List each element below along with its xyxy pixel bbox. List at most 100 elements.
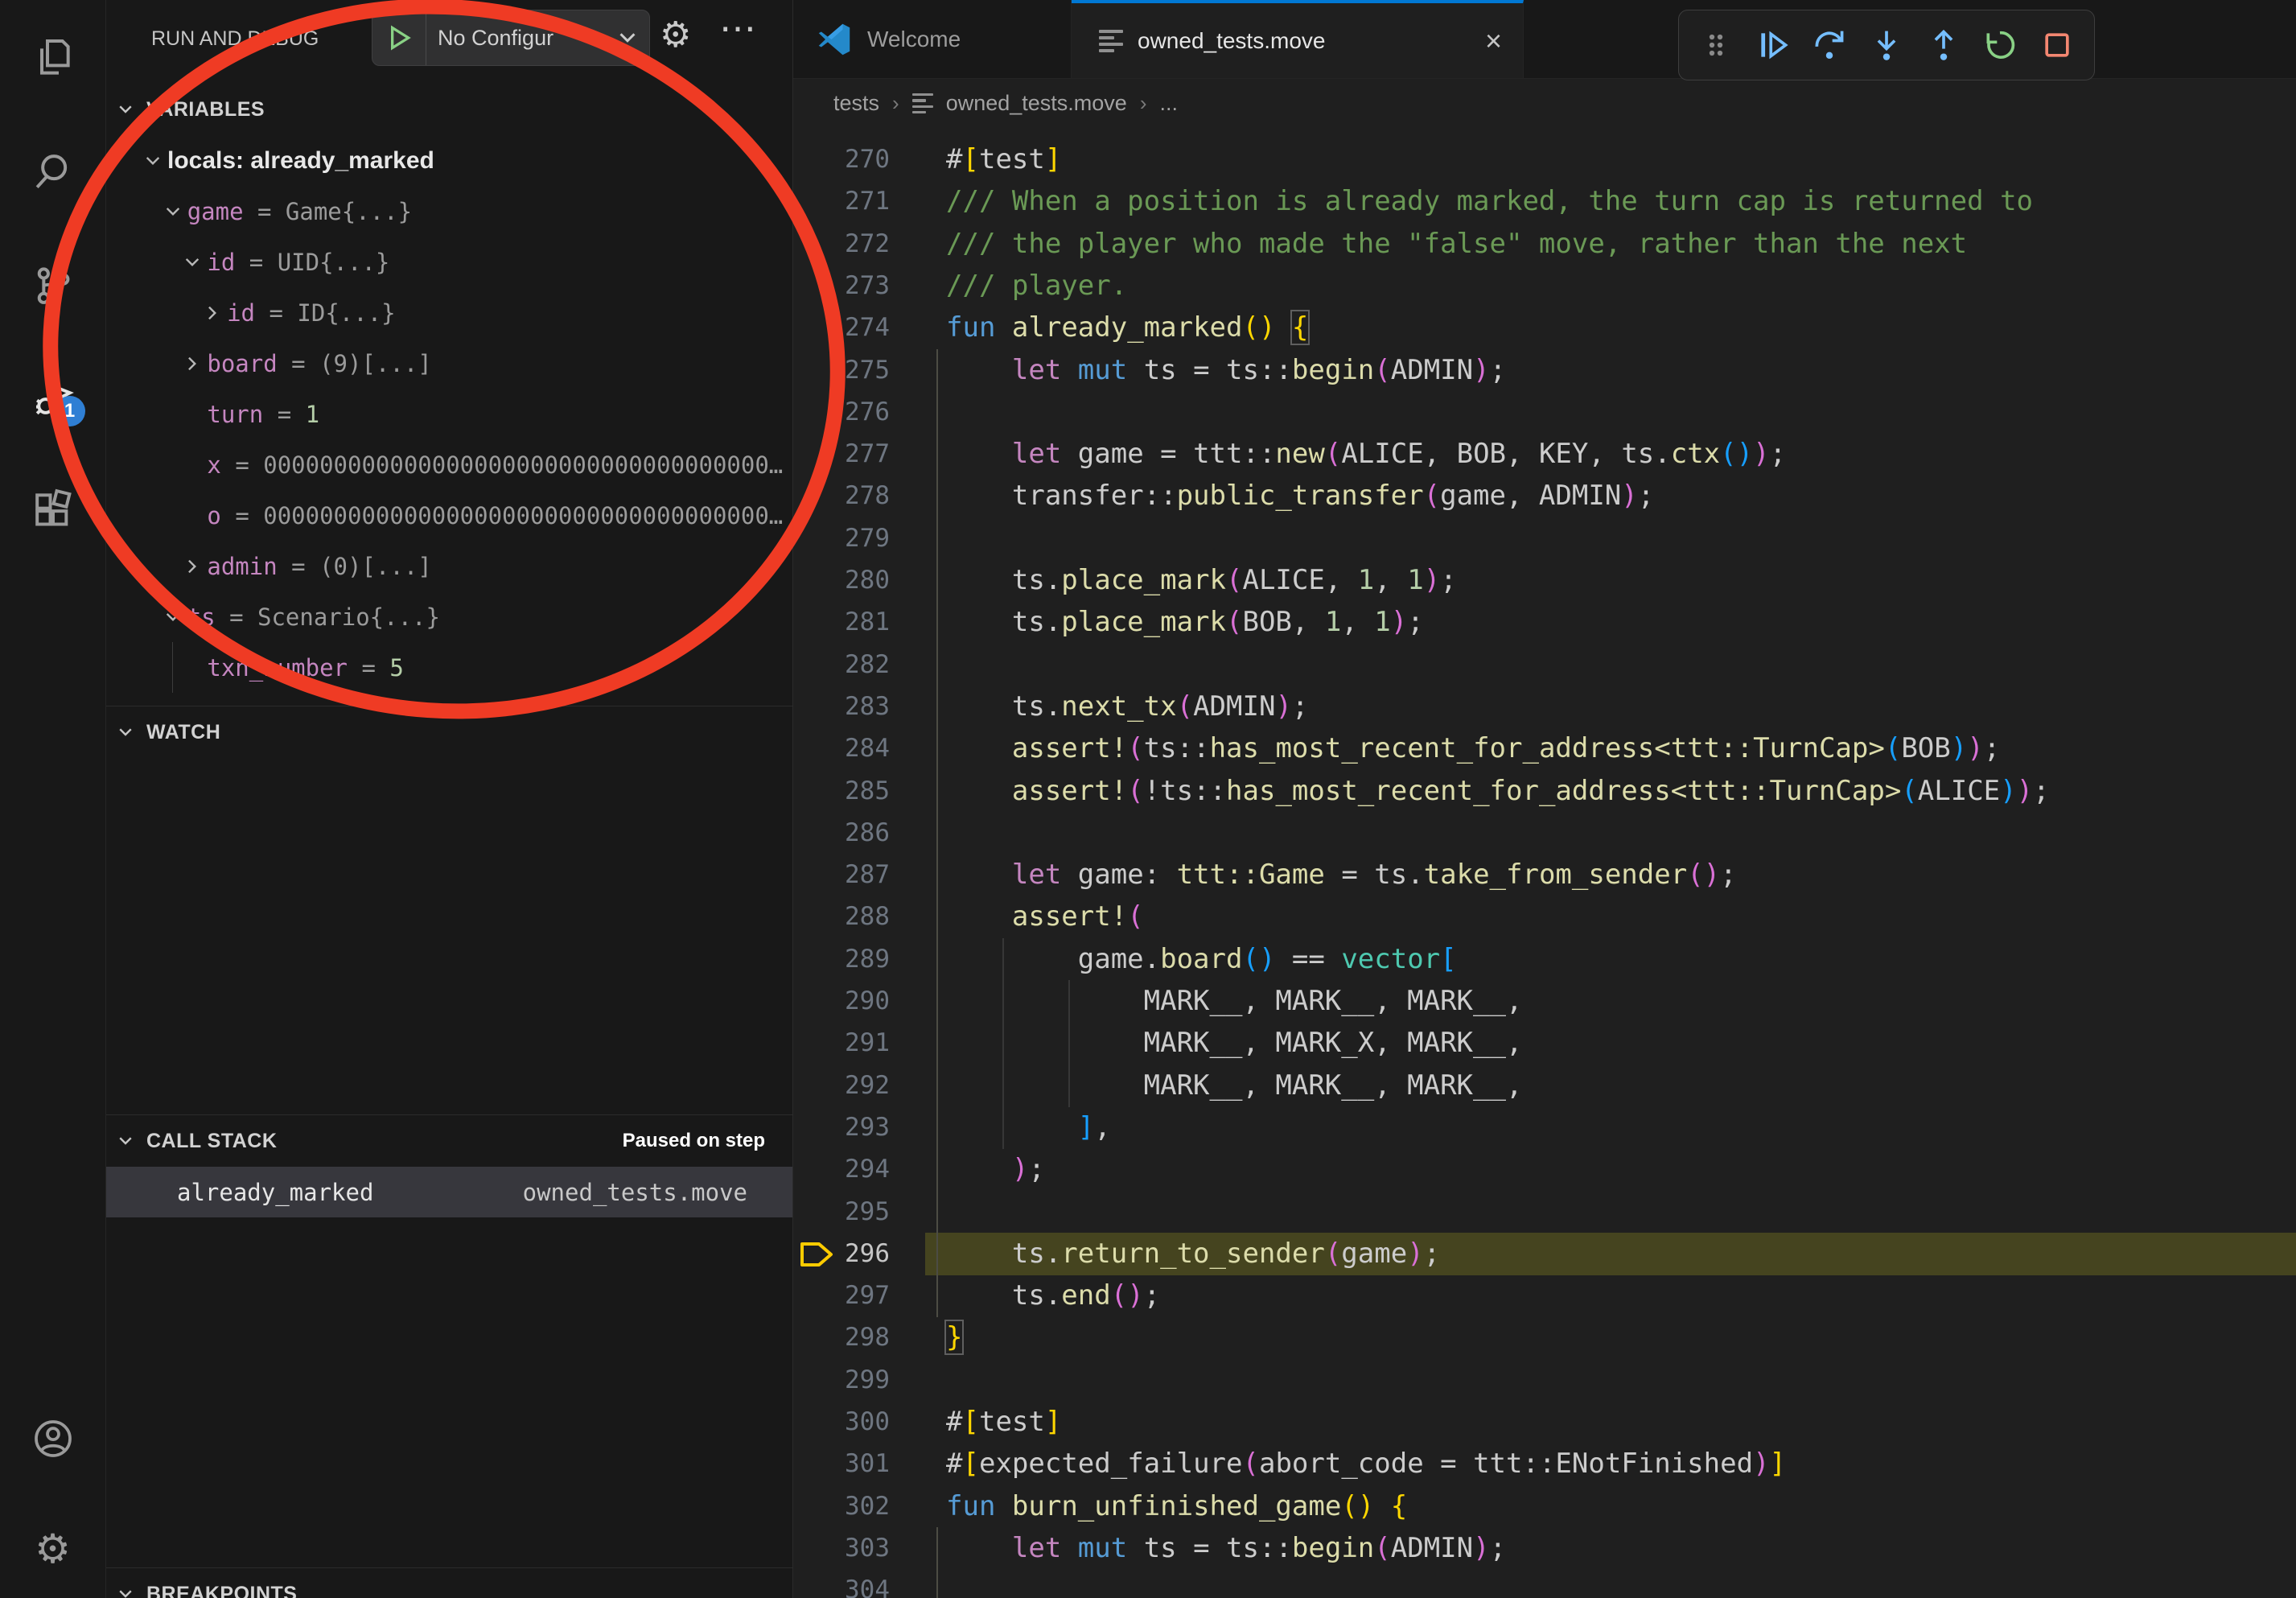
code-line-282[interactable]: 282	[793, 644, 2296, 686]
watch-section-header[interactable]: WATCH	[106, 706, 792, 758]
tab-welcome[interactable]: Welcome	[793, 0, 1072, 78]
chevron-down-icon[interactable]	[158, 201, 187, 222]
code-line-276[interactable]: 276	[793, 391, 2296, 434]
line-number[interactable]: 276	[793, 391, 890, 434]
code-line-295[interactable]: 295	[793, 1191, 2296, 1234]
variables-section-header[interactable]: VARIABLES	[106, 84, 792, 135]
line-number[interactable]: 289	[793, 938, 890, 981]
line-number[interactable]: 281	[793, 601, 890, 644]
line-number[interactable]: 294	[793, 1148, 890, 1191]
run-and-debug-icon[interactable]: 1	[31, 375, 76, 420]
line-number[interactable]: 287	[793, 854, 890, 896]
line-number[interactable]: 271	[793, 180, 890, 223]
close-icon[interactable]: ×	[1485, 24, 1502, 58]
code-line-278[interactable]: 278 transfer::public_transfer(game, ADMI…	[793, 475, 2296, 517]
line-number[interactable]: 304	[793, 1569, 890, 1598]
code-line-291[interactable]: 291 MARK__, MARK_X, MARK__,	[793, 1022, 2296, 1065]
variable-row[interactable]: id = ID{...}	[106, 287, 792, 338]
start-debug-icon[interactable]	[372, 10, 426, 65]
line-number[interactable]: 288	[793, 896, 890, 938]
debug-settings-gear-icon[interactable]: ⚙	[660, 14, 691, 56]
tab-owned-tests-move[interactable]: owned_tests.move ×	[1072, 0, 1524, 78]
line-number[interactable]: 277	[793, 433, 890, 476]
line-number[interactable]: 290	[793, 980, 890, 1023]
settings-gear-icon[interactable]: ⚙	[31, 1526, 76, 1571]
code-line-290[interactable]: 290 MARK__, MARK__, MARK__,	[793, 980, 2296, 1023]
line-number[interactable]: 272	[793, 223, 890, 266]
code-line-296[interactable]: 296 ts.return_to_sender(game);	[793, 1233, 2296, 1275]
breadcrumb-file[interactable]: owned_tests.move	[946, 91, 1127, 116]
explorer-icon[interactable]	[31, 35, 76, 80]
line-number[interactable]: 274	[793, 307, 890, 349]
code-line-285[interactable]: 285 assert!(!ts::has_most_recent_for_add…	[793, 770, 2296, 813]
code-line-301[interactable]: 301#[expected_failure(abort_code = ttt::…	[793, 1443, 2296, 1485]
breadcrumb-symbol[interactable]: ...	[1160, 91, 1179, 116]
chevron-right-icon[interactable]	[178, 353, 207, 374]
line-number[interactable]: 302	[793, 1485, 890, 1528]
variable-row[interactable]: game = Game{...}	[106, 186, 792, 237]
continue-button[interactable]	[1754, 26, 1792, 64]
step-over-button[interactable]	[1810, 26, 1849, 64]
stop-button[interactable]	[2038, 26, 2076, 64]
line-number[interactable]: 303	[793, 1527, 890, 1570]
line-number[interactable]: 283	[793, 686, 890, 728]
code-line-302[interactable]: 302fun burn_unfinished_game() {	[793, 1485, 2296, 1528]
variable-row[interactable]: turn = 1	[106, 389, 792, 439]
code-line-293[interactable]: 293 ],	[793, 1106, 2296, 1149]
step-into-button[interactable]	[1867, 26, 1906, 64]
call-stack-section-header[interactable]: CALL STACK Paused on step	[106, 1115, 792, 1167]
source-control-icon[interactable]	[31, 262, 76, 307]
line-number[interactable]: 292	[793, 1065, 890, 1107]
code-line-299[interactable]: 299	[793, 1359, 2296, 1402]
line-number[interactable]: 279	[793, 517, 890, 560]
code-line-283[interactable]: 283 ts.next_tx(ADMIN);	[793, 686, 2296, 728]
line-number[interactable]: 300	[793, 1401, 890, 1444]
line-number[interactable]: 299	[793, 1359, 890, 1402]
code-line-272[interactable]: 272/// the player who made the "false" m…	[793, 223, 2296, 266]
variable-row[interactable]: locals: already_marked	[106, 135, 792, 186]
line-number[interactable]: 275	[793, 349, 890, 392]
variable-row[interactable]: o = 000000000000000000000000000000000000…	[106, 490, 792, 541]
variable-row[interactable]: id = UID{...}	[106, 237, 792, 287]
line-number[interactable]: 285	[793, 770, 890, 813]
code-line-292[interactable]: 292 MARK__, MARK__, MARK__,	[793, 1065, 2296, 1107]
chevron-down-icon[interactable]	[158, 607, 187, 628]
code-line-271[interactable]: 271/// When a position is already marked…	[793, 180, 2296, 223]
code-line-280[interactable]: 280 ts.place_mark(ALICE, 1, 1);	[793, 559, 2296, 602]
code-line-284[interactable]: 284 assert!(ts::has_most_recent_for_addr…	[793, 727, 2296, 770]
breakpoints-section-header[interactable]: BREAKPOINTS	[106, 1568, 792, 1598]
line-number[interactable]: 291	[793, 1022, 890, 1065]
variable-row[interactable]: board = (9)[...]	[106, 338, 792, 389]
code-line-303[interactable]: 303 let mut ts = ts::begin(ADMIN);	[793, 1527, 2296, 1570]
line-number[interactable]: 273	[793, 265, 890, 307]
code-editor[interactable]: 270#[test]271/// When a position is alre…	[793, 127, 2296, 1598]
code-line-274[interactable]: 274fun already_marked() {	[793, 307, 2296, 349]
breadcrumb-folder[interactable]: tests	[833, 91, 879, 116]
code-line-297[interactable]: 297 ts.end();	[793, 1275, 2296, 1317]
code-line-273[interactable]: 273/// player.	[793, 265, 2296, 307]
chevron-right-icon[interactable]	[198, 303, 227, 323]
code-line-287[interactable]: 287 let game: ttt::Game = ts.take_from_s…	[793, 854, 2296, 896]
code-line-275[interactable]: 275 let mut ts = ts::begin(ADMIN);	[793, 349, 2296, 392]
line-number[interactable]: 293	[793, 1106, 890, 1149]
line-number[interactable]: 280	[793, 559, 890, 602]
chevron-right-icon[interactable]	[178, 556, 207, 577]
extensions-icon[interactable]	[31, 488, 76, 533]
variable-row[interactable]: admin = (0)[...]	[106, 541, 792, 591]
line-number[interactable]: 284	[793, 727, 890, 770]
account-icon[interactable]	[31, 1416, 76, 1461]
variable-row[interactable]: x = 000000000000000000000000000000000000…	[106, 439, 792, 490]
code-line-277[interactable]: 277 let game = ttt::new(ALICE, BOB, KEY,…	[793, 433, 2296, 476]
step-out-button[interactable]	[1924, 26, 1963, 64]
more-actions-icon[interactable]: ⋯	[719, 6, 759, 50]
line-number[interactable]: 270	[793, 138, 890, 181]
code-line-270[interactable]: 270#[test]	[793, 138, 2296, 181]
line-number[interactable]: 298	[793, 1316, 890, 1359]
code-line-298[interactable]: 298}	[793, 1316, 2296, 1359]
call-stack-frame-row[interactable]: already_marked owned_tests.move	[106, 1167, 792, 1217]
debug-config-picker[interactable]: No Configur	[372, 10, 650, 66]
chevron-down-icon[interactable]	[178, 252, 207, 273]
code-line-304[interactable]: 304	[793, 1569, 2296, 1598]
variable-row[interactable]: ts = Scenario{...}	[106, 591, 792, 642]
line-number[interactable]: 278	[793, 475, 890, 517]
